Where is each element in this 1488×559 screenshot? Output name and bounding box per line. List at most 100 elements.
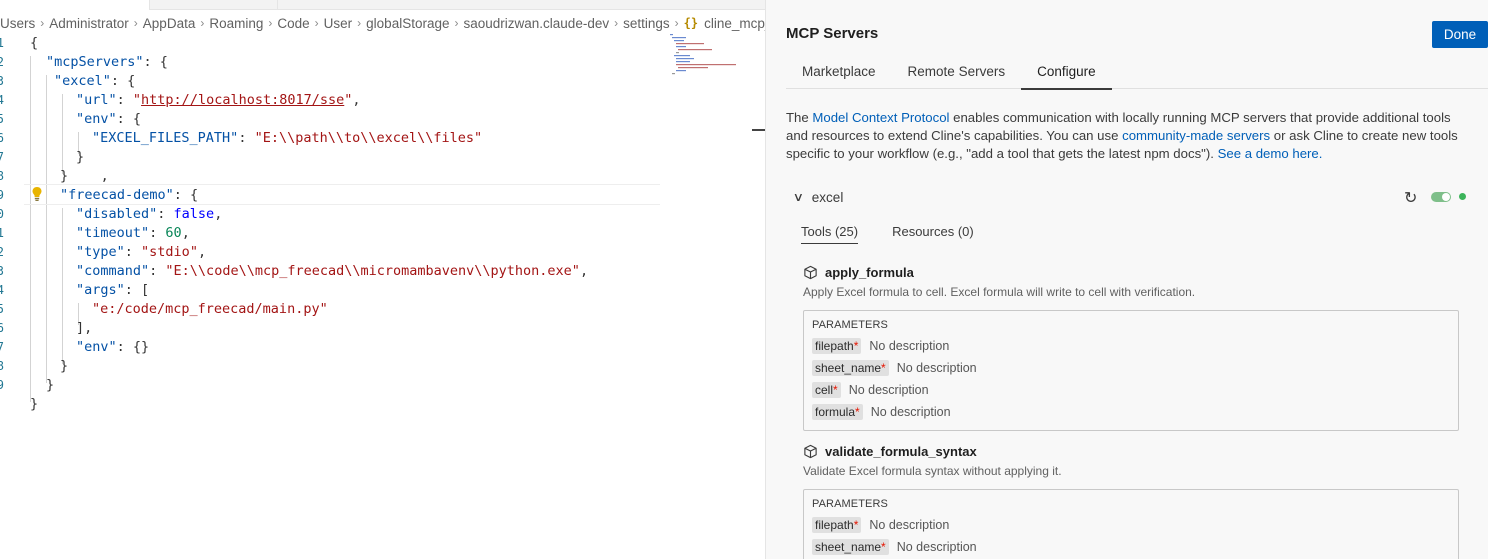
server-name: excel xyxy=(811,189,844,205)
chevron-right-icon: › xyxy=(314,16,319,30)
status-dot xyxy=(1459,193,1466,200)
cube-icon xyxy=(804,265,817,279)
editor-tab-strip xyxy=(0,0,765,10)
chevron-right-icon: › xyxy=(133,16,138,30)
param-row: sheet_name* No description xyxy=(812,357,1450,379)
param-name: cell* xyxy=(812,382,841,398)
line-number: 3 xyxy=(0,74,4,88)
param-name: sheet_name* xyxy=(812,360,889,376)
line-number: 1 xyxy=(0,36,4,50)
required-mark: * xyxy=(855,405,860,419)
panel-tabs: Marketplace Remote Servers Configure xyxy=(786,54,1488,90)
param-row: filepath* No description xyxy=(812,335,1450,357)
param-description: No description xyxy=(896,361,977,375)
line-number: 5 xyxy=(0,302,4,316)
code-line: 3 "excel": { xyxy=(0,72,700,91)
code-line: } xyxy=(30,396,39,412)
breadcrumb: Users › Administrator › AppData › Roaming › … xyxy=(0,12,765,34)
code-line: 1{ xyxy=(0,34,700,53)
breadcrumb-item[interactable]: settings xyxy=(623,16,670,31)
line-number: 3 xyxy=(0,264,4,278)
breadcrumb-item[interactable]: globalStorage xyxy=(366,16,449,31)
server-tabs: Tools (25) Resources (0) xyxy=(801,224,1008,244)
parameters-box: PARAMETERS filepath* No description sheet… xyxy=(803,489,1459,559)
chevron-right-icon: › xyxy=(200,16,205,30)
url-link[interactable]: http://localhost:8017/sse xyxy=(141,92,344,108)
breadcrumb-file[interactable]: cline_mcp_s xyxy=(704,16,765,31)
chevron-down-icon[interactable]: ∨ xyxy=(793,190,804,204)
mcp-servers-panel: MCP Servers Done Marketplace Remote Serv… xyxy=(765,0,1488,559)
line-number: 9 xyxy=(0,378,4,392)
breadcrumb-item[interactable]: AppData xyxy=(143,16,196,31)
tool-description: Validate Excel formula syntax without ap… xyxy=(803,464,1062,478)
chevron-right-icon: › xyxy=(40,16,45,30)
line-number: 2 xyxy=(0,245,4,259)
scrollbar-marker[interactable] xyxy=(752,129,765,131)
json-file-icon: {} xyxy=(683,16,699,30)
intro-text: The Model Context Protocol enables commu… xyxy=(786,110,1458,161)
code-line: 7} xyxy=(0,148,700,167)
community-servers-link[interactable]: community-made servers xyxy=(1122,128,1270,143)
demo-link[interactable]: See a demo here. xyxy=(1218,146,1323,161)
panel-title: MCP Servers xyxy=(786,25,879,42)
line-number: 6 xyxy=(0,131,4,145)
chevron-right-icon: › xyxy=(614,16,619,30)
tool-name: apply_formula xyxy=(825,264,914,280)
breadcrumb-item[interactable]: Users xyxy=(0,16,35,31)
chevron-right-icon: › xyxy=(674,16,679,30)
editor-tab-active[interactable] xyxy=(0,0,150,10)
tab-remote-servers[interactable]: Remote Servers xyxy=(892,54,1022,89)
line-number: 4 xyxy=(0,93,4,107)
code-line: 4 "url": "http://localhost:8017/sse", xyxy=(0,91,700,110)
line-number: 6 xyxy=(0,321,4,335)
tab-marketplace[interactable]: Marketplace xyxy=(786,54,892,89)
breadcrumb-item[interactable]: User xyxy=(324,16,353,31)
line-number: 8 xyxy=(0,359,4,373)
param-row: filepath* No description xyxy=(812,514,1450,536)
param-description: No description xyxy=(869,518,950,532)
parameters-title: PARAMETERS xyxy=(812,498,888,510)
param-name: formula* xyxy=(812,404,863,420)
code-line: 6 "EXCEL_FILES_PATH": "E:\\path\\to\\exce… xyxy=(0,129,700,148)
lightbulb-icon[interactable] xyxy=(31,186,43,202)
code-line: 2 "type": "stdio", xyxy=(0,243,700,262)
code-line: 5 "env": { xyxy=(0,110,700,129)
tab-tools[interactable]: Tools (25) xyxy=(801,224,859,244)
required-mark: * xyxy=(881,540,886,554)
param-description: No description xyxy=(869,339,950,353)
code-line: 1 "timeout": 60, xyxy=(0,224,700,243)
breadcrumb-item[interactable]: Code xyxy=(277,16,309,31)
chevron-right-icon: › xyxy=(454,16,459,30)
parameters-title: PARAMETERS xyxy=(812,319,888,331)
line-number: 4 xyxy=(0,283,4,297)
breadcrumb-item[interactable]: Administrator xyxy=(49,16,129,31)
param-description: No description xyxy=(896,540,977,554)
tool-item: apply_formula Apply Excel formula to cel… xyxy=(803,262,1459,431)
code-line: 3 "command": "E:\\code\\mcp_freecad\\micr… xyxy=(0,262,700,281)
line-number: 2 xyxy=(0,55,4,69)
param-row: cell* No description xyxy=(812,379,1450,401)
breadcrumb-item[interactable]: saoudrizwan.claude-dev xyxy=(464,16,610,31)
code-line: 8} xyxy=(0,357,700,376)
tab-configure[interactable]: Configure xyxy=(1021,54,1112,90)
server-row[interactable]: ∨ excel ↻ xyxy=(793,186,1474,208)
refresh-icon[interactable]: ↻ xyxy=(1404,188,1417,208)
tab-resources[interactable]: Resources (0) xyxy=(892,224,974,243)
done-button[interactable]: Done xyxy=(1432,21,1488,48)
editor-tab[interactable] xyxy=(150,0,278,10)
code-line: 5 "e:/code/mcp_freecad/main.py" xyxy=(0,300,700,319)
code-editor[interactable]: 1{ 2 "mcpServers": { 3 "excel": { 4 "url": … xyxy=(0,34,700,414)
tool-item: validate_formula_syntax Validate Excel f… xyxy=(803,441,1459,559)
toggle-knob xyxy=(1442,193,1450,201)
server-enable-toggle[interactable] xyxy=(1431,192,1451,202)
param-row: sheet_name* No description xyxy=(812,536,1450,558)
mcp-link[interactable]: Model Context Protocol xyxy=(812,110,949,125)
line-number: 8 xyxy=(0,169,4,183)
required-mark: * xyxy=(853,339,859,353)
breadcrumb-item[interactable]: Roaming xyxy=(209,16,263,31)
param-name: filepath* xyxy=(812,338,862,354)
minimap[interactable] xyxy=(668,32,740,76)
required-mark: * xyxy=(881,361,886,375)
required-mark: * xyxy=(833,383,838,397)
param-row: formula* No description xyxy=(812,401,1450,423)
